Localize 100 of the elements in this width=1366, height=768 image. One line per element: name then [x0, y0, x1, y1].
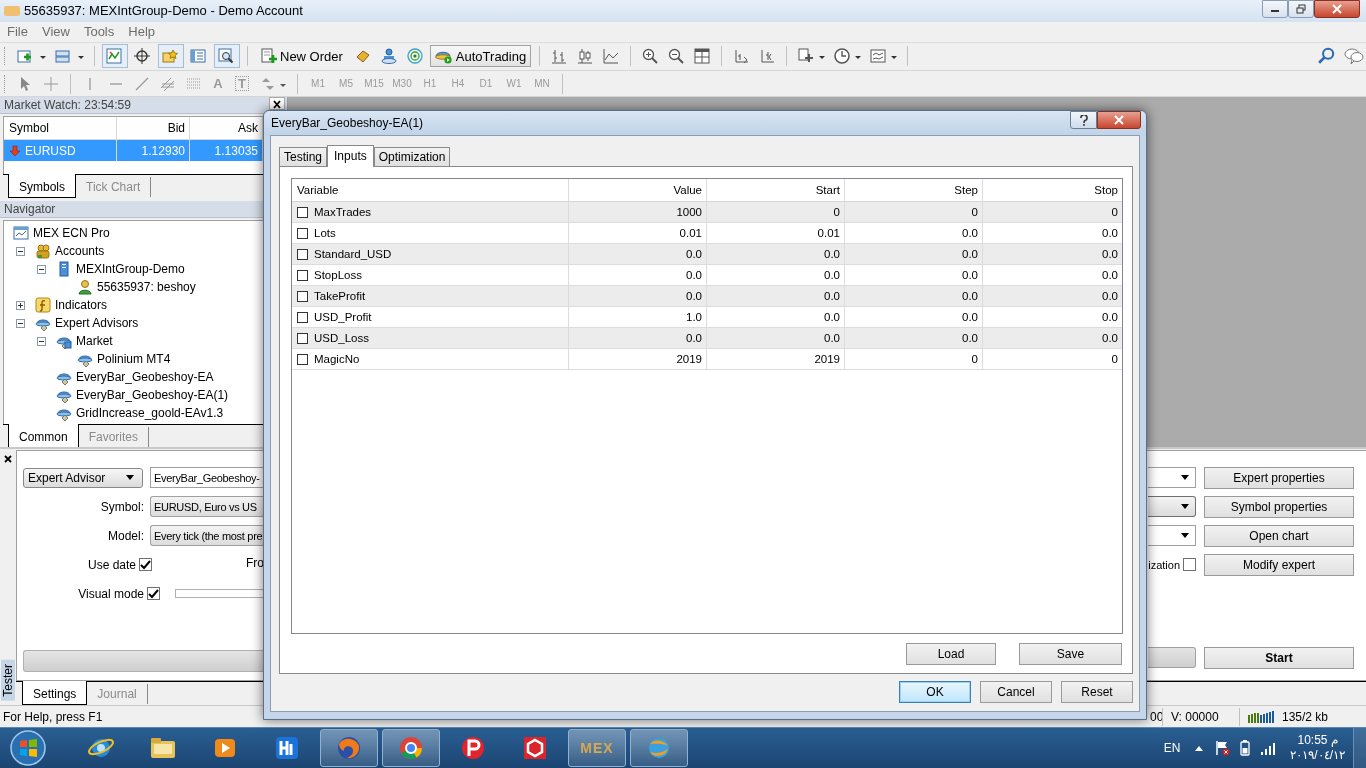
clock-date[interactable]: ٢٠١٩/٠٤/١٢ [1290, 748, 1345, 763]
tree-item[interactable]: EveryBar_Geobeshoy-EA [76, 370, 214, 385]
model-dropdown[interactable]: Every tick (the most pre [150, 525, 264, 547]
app-logo-icon [4, 4, 20, 17]
checkbox[interactable] [297, 353, 308, 365]
tab[interactable]: Optimization [373, 147, 451, 166]
table-cell: 0.0 [569, 286, 707, 306]
table-cell: 0.0 [845, 265, 983, 285]
browser-icon [397, 734, 425, 762]
checkbox[interactable] [1183, 558, 1196, 572]
tree-item[interactable]: MEXIntGroup-Demo [76, 262, 185, 277]
column-header[interactable]: Value [569, 179, 707, 201]
flag-icon[interactable] [1214, 740, 1231, 756]
table-cell-text: 0.0 [1101, 247, 1119, 262]
restore-icon [1296, 4, 1306, 14]
menu-item[interactable]: Help [121, 24, 162, 40]
checkbox[interactable] [139, 558, 152, 572]
expert-properties-button[interactable]: Expert properties [1204, 467, 1354, 489]
checkbox[interactable] [147, 587, 160, 601]
menu-item[interactable]: Tools [76, 24, 122, 40]
column-header[interactable]: Variable [292, 179, 569, 201]
collapse-icon[interactable] [37, 265, 46, 274]
tree-item[interactable]: Accounts [55, 244, 105, 259]
expand-icon[interactable] [16, 301, 25, 310]
speed-slider[interactable] [175, 589, 264, 599]
status-text: 135/2 kb [1282, 709, 1329, 724]
restore-button[interactable] [1288, 0, 1314, 18]
menu-item[interactable]: View [34, 24, 77, 40]
help-button[interactable] [1070, 111, 1097, 129]
close-icon[interactable] [269, 97, 285, 111]
cancel-button[interactable]: Cancel [980, 681, 1052, 703]
dropdown[interactable] [1148, 525, 1196, 547]
load-button[interactable]: Load [906, 643, 996, 665]
checkbox[interactable] [297, 227, 308, 239]
checkbox[interactable] [297, 290, 308, 302]
tree-item[interactable]: GridIncrease_goold-EAv1.3 [76, 406, 224, 421]
tree-item[interactable]: 55635937: beshoy [97, 280, 196, 295]
caret-icon [1181, 504, 1189, 510]
caret-icon [1181, 475, 1189, 481]
panel-title: Tester [1, 660, 15, 702]
tab[interactable]: Common [8, 424, 79, 449]
new-order-button[interactable]: New Order [256, 45, 348, 68]
signal-icon[interactable] [1260, 741, 1277, 755]
start-button[interactable]: Start [1204, 646, 1354, 669]
tree-item[interactable]: EveryBar_Geobeshoy-EA(1) [76, 388, 229, 403]
tree-item[interactable]: MEX ECN Pro [33, 226, 110, 241]
checkbox[interactable] [297, 332, 308, 344]
dropdown[interactable] [1148, 496, 1196, 518]
tree-item[interactable]: Polinium MT4 [97, 352, 171, 367]
tree-item[interactable]: Expert Advisors [55, 316, 139, 331]
checkbox[interactable] [297, 206, 308, 218]
function-icon [34, 297, 52, 314]
collapse-icon[interactable] [16, 319, 25, 328]
user-icon [76, 279, 94, 296]
column-header[interactable]: Step [845, 179, 983, 201]
table-cell: MagicNo [314, 353, 360, 365]
close-button[interactable] [1097, 111, 1141, 129]
menu-item[interactable]: File [0, 24, 35, 40]
column-header[interactable]: Symbol [4, 117, 117, 140]
start-button[interactable] [8, 728, 48, 768]
tray-expand-icon[interactable] [1194, 744, 1205, 752]
tab[interactable]: Testing [279, 147, 328, 166]
close-button[interactable] [1314, 0, 1360, 18]
ok-button[interactable]: OK [899, 681, 971, 703]
checkbox[interactable] [297, 269, 308, 281]
symbol-properties-button[interactable]: Symbol properties [1204, 496, 1354, 518]
tree-item[interactable]: Indicators [55, 298, 108, 313]
taskbar-button[interactable] [382, 729, 440, 767]
dropdown[interactable]: Expert Advisor [23, 468, 143, 488]
battery-icon[interactable] [1240, 740, 1251, 756]
checkbox[interactable] [297, 248, 308, 260]
minimize-button[interactable] [1262, 0, 1288, 18]
table-cell: 1.12930 [117, 140, 190, 162]
modify-expert-button[interactable]: Modify expert [1204, 554, 1354, 576]
field-label: Symbol: [99, 500, 144, 514]
reset-button[interactable]: Reset [1061, 681, 1133, 703]
autotrading-button[interactable]: AutoTrading [429, 45, 532, 68]
column-header[interactable]: Bid [117, 117, 190, 140]
symbol-dropdown[interactable]: EURUSD, Euro vs US [150, 496, 264, 518]
tab[interactable]: Inputs [327, 145, 374, 167]
tree-item[interactable]: Market [76, 334, 113, 349]
panel-title: Market Watch: 23:54:59 [4, 98, 131, 113]
table-cell: 0 [707, 202, 845, 222]
clock-time[interactable]: 10:55 م [1297, 733, 1338, 748]
expert-field[interactable]: EveryBar_Geobeshoy- [150, 467, 264, 489]
table-cell: USD_Profit [314, 311, 372, 323]
save-button[interactable]: Save [1019, 643, 1122, 665]
table-cell: 0.0 [707, 328, 845, 348]
column-header[interactable]: Stop [983, 179, 1122, 201]
column-header[interactable]: Start [707, 179, 845, 201]
tab[interactable]: Symbols [8, 174, 76, 199]
collapse-icon[interactable] [16, 247, 25, 256]
checkbox[interactable] [297, 311, 308, 323]
tab[interactable]: Settings [22, 681, 88, 706]
collapse-icon[interactable] [37, 337, 46, 346]
language-indicator[interactable]: EN [1163, 741, 1181, 755]
table-cell: 0.0 [707, 307, 845, 327]
open-chart-button[interactable]: Open chart [1204, 525, 1354, 547]
dropdown[interactable] [1148, 467, 1196, 489]
magnifier-icon[interactable] [215, 45, 239, 68]
